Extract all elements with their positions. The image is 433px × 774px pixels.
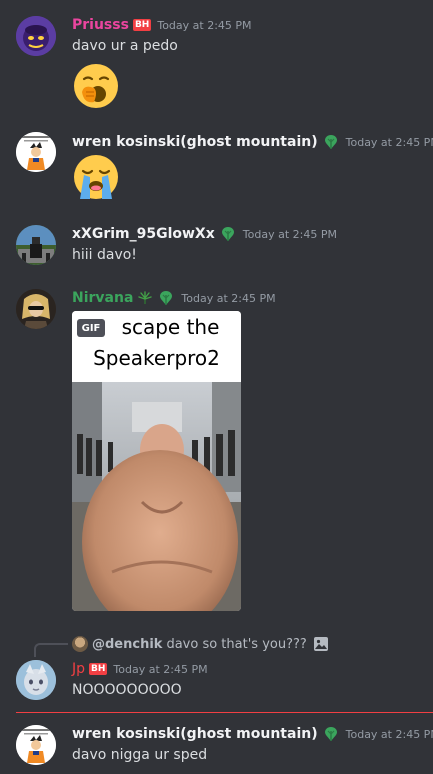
avatar-grim[interactable] bbox=[16, 225, 56, 265]
bh-badge: BH bbox=[132, 19, 152, 31]
reply-username[interactable]: @denchik bbox=[92, 637, 162, 652]
message-header: wren kosinski(ghost mountain) Today at 2… bbox=[72, 724, 433, 744]
message-text: hiii davo! bbox=[72, 247, 137, 263]
username[interactable]: wren kosinski(ghost mountain) bbox=[72, 134, 318, 150]
leaf-badge-icon bbox=[160, 291, 173, 305]
message-text: davo ur a pedo bbox=[72, 38, 178, 54]
timestamp[interactable]: Today at 2:45 PM bbox=[181, 292, 275, 305]
leaf-badge-icon bbox=[221, 227, 234, 241]
image-attachment-icon bbox=[313, 637, 328, 651]
username[interactable]: Jp bbox=[72, 661, 85, 677]
weed-leaf-icon bbox=[138, 291, 153, 304]
yawning-face-emoji-icon bbox=[74, 64, 118, 108]
reply-connector bbox=[34, 643, 68, 657]
gif-image bbox=[72, 382, 241, 611]
message-header: xXGrim_95GlowXx Today at 2:45 PM bbox=[72, 224, 337, 244]
username[interactable]: Priusss bbox=[72, 17, 129, 33]
reply-preview[interactable]: @denchik davo so that's you??? bbox=[72, 634, 329, 654]
timestamp[interactable]: Today at 2:45 PM bbox=[346, 728, 433, 741]
leaf-badge-icon bbox=[324, 135, 337, 149]
message-header: Jp BH Today at 2:45 PM bbox=[72, 659, 208, 679]
gif-tag: GIF bbox=[77, 319, 105, 337]
loudly-crying-face-emoji-icon bbox=[74, 155, 118, 199]
username[interactable]: wren kosinski(ghost mountain) bbox=[72, 726, 318, 742]
message-header: Nirvana Today at 2:45 PM bbox=[72, 288, 276, 308]
avatar-jp[interactable] bbox=[16, 660, 56, 700]
avatar-nirvana[interactable] bbox=[16, 289, 56, 329]
bh-badge: BH bbox=[89, 663, 108, 675]
avatar-wren[interactable] bbox=[16, 725, 56, 765]
timestamp[interactable]: Today at 2:45 PM bbox=[346, 136, 433, 149]
new-messages-divider bbox=[16, 712, 433, 713]
message-header: wren kosinski(ghost mountain) Today at 2… bbox=[72, 132, 433, 152]
avatar-priusss[interactable] bbox=[16, 16, 56, 56]
timestamp[interactable]: Today at 2:45 PM bbox=[113, 663, 207, 676]
chat-messages: Priusss BH Today at 2:45 PM davo ur a pe… bbox=[0, 0, 433, 774]
leaf-badge-icon bbox=[324, 727, 337, 741]
timestamp[interactable]: Today at 2:45 PM bbox=[243, 228, 337, 241]
username[interactable]: xXGrim_95GlowXx bbox=[72, 226, 215, 242]
message-text: davo nigga ur sped bbox=[72, 747, 208, 763]
message-header: Priusss BH Today at 2:45 PM bbox=[72, 15, 252, 35]
message-text: NOOOOOOOOO bbox=[72, 682, 182, 698]
username[interactable]: Nirvana bbox=[72, 290, 133, 306]
avatar-wren[interactable] bbox=[16, 132, 56, 172]
gif-embed[interactable]: GIF scape the Speakerpro2 bbox=[72, 311, 241, 611]
timestamp[interactable]: Today at 2:45 PM bbox=[157, 19, 251, 32]
reply-text: davo so that's you??? bbox=[166, 636, 307, 652]
gif-caption-line2: Speakerpro2 bbox=[93, 346, 220, 370]
reply-avatar bbox=[72, 636, 88, 652]
